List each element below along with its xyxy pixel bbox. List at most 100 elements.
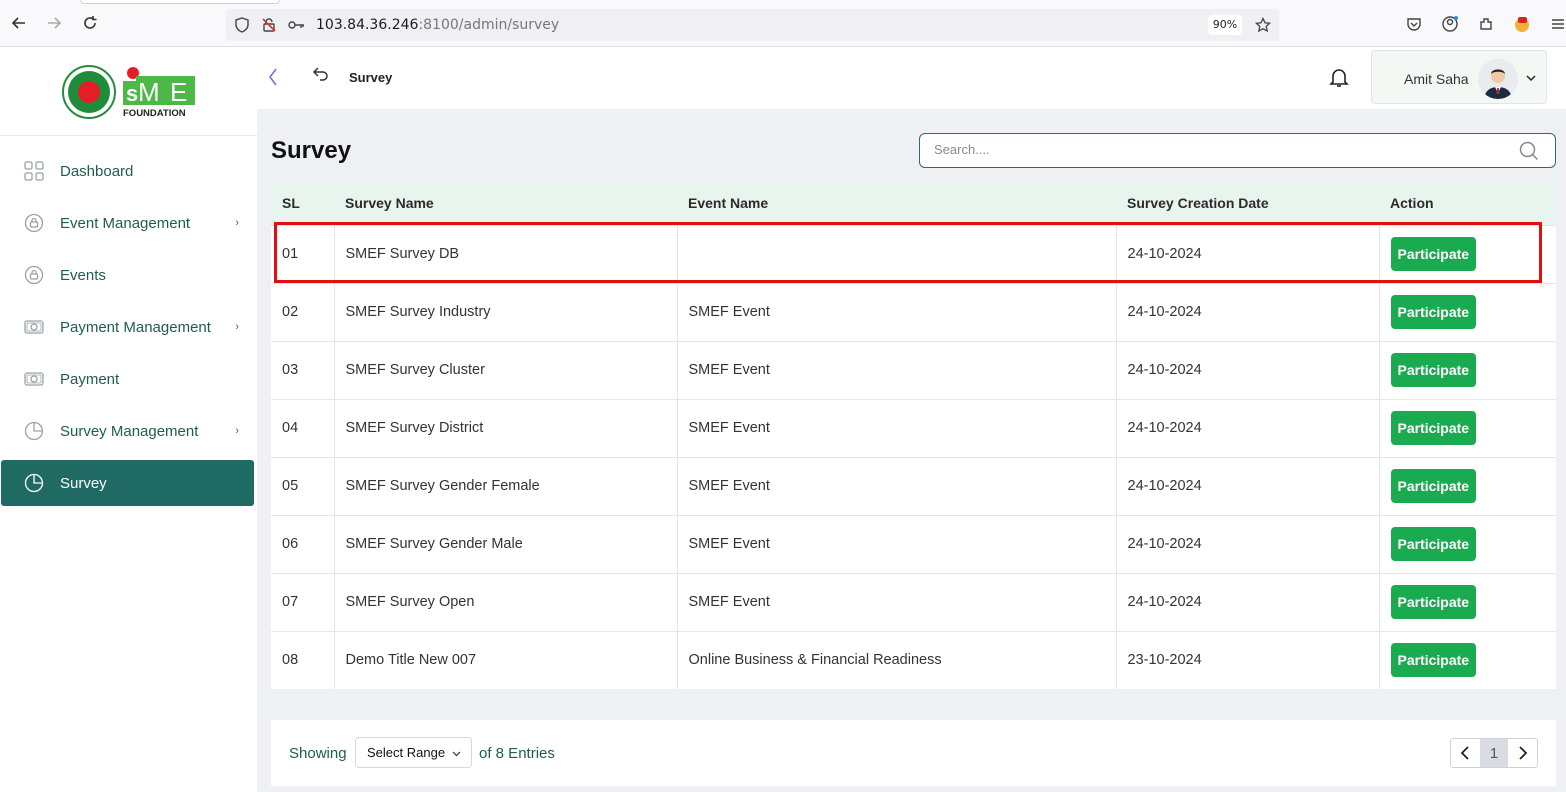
page-number-button[interactable]: 1 bbox=[1479, 739, 1509, 767]
sidebar-menu: Dashboard Event Management › Events Paym… bbox=[0, 145, 257, 506]
sidebar-item-label: Dashboard bbox=[60, 162, 134, 180]
forward-arrow-icon[interactable] bbox=[43, 12, 65, 34]
range-select-value: Select Range bbox=[367, 745, 446, 760]
cell-sl: 01 bbox=[271, 224, 334, 283]
range-select[interactable]: Select Range bbox=[355, 737, 472, 768]
zoom-level-badge[interactable]: 90% bbox=[1208, 15, 1242, 35]
cell-survey-name: SMEF Survey Gender Female bbox=[333, 456, 677, 515]
back-arrow-icon[interactable] bbox=[8, 12, 30, 34]
cell-sl: 08 bbox=[271, 630, 334, 689]
main-content: Survey SL Survey Name Event Name Survey … bbox=[264, 110, 1566, 792]
cell-survey-name: SMEF Survey Gender Male bbox=[333, 514, 677, 573]
chevron-right-icon: › bbox=[235, 425, 239, 437]
shield-icon[interactable] bbox=[232, 15, 252, 35]
cell-sl: 04 bbox=[271, 398, 334, 457]
next-page-button[interactable] bbox=[1508, 739, 1537, 767]
cell-sl: 02 bbox=[271, 282, 334, 341]
insecure-lock-icon[interactable] bbox=[259, 15, 279, 35]
menu-hamburger-icon[interactable] bbox=[1548, 14, 1566, 34]
reload-icon[interactable] bbox=[79, 12, 101, 34]
key-icon[interactable] bbox=[286, 15, 306, 35]
lock-icon bbox=[24, 213, 44, 233]
sidebar-item-label: Payment bbox=[60, 370, 120, 388]
svg-text:FOUNDATION: FOUNDATION bbox=[123, 108, 186, 119]
cell-action: Participate bbox=[1378, 630, 1556, 689]
column-header-survey-name: Survey Name bbox=[334, 181, 677, 225]
chevron-down-icon bbox=[452, 751, 461, 757]
avatar bbox=[1478, 59, 1518, 99]
cell-date: 24-10-2024 bbox=[1115, 572, 1379, 631]
svg-text:M: M bbox=[138, 77, 160, 107]
cell-event-name: SMEF Event bbox=[676, 572, 1116, 631]
participate-button[interactable]: Participate bbox=[1390, 411, 1477, 445]
lock-icon bbox=[24, 265, 44, 285]
search-icon[interactable] bbox=[1519, 141, 1539, 161]
account-icon[interactable] bbox=[1440, 14, 1460, 34]
table-row: 03 SMEF Survey Cluster SMEF Event 24-10-… bbox=[271, 340, 1556, 399]
chevron-down-icon[interactable] bbox=[1526, 71, 1536, 85]
cell-action: Participate bbox=[1378, 340, 1556, 399]
sidebar-item-event-management[interactable]: Event Management › bbox=[0, 197, 257, 249]
sidebar: s M E FOUNDATION Dashboard Event Managem… bbox=[0, 47, 257, 792]
cell-sl: 07 bbox=[271, 572, 334, 631]
cell-event-name: SMEF Event bbox=[676, 456, 1116, 515]
participate-button[interactable]: Participate bbox=[1390, 585, 1477, 619]
cell-survey-name: SMEF Survey DB bbox=[333, 224, 677, 283]
url-text[interactable]: 103.84.36.246:8100/admin/survey bbox=[316, 17, 559, 33]
cell-action: Participate bbox=[1378, 514, 1556, 573]
cell-sl: 06 bbox=[271, 514, 334, 573]
sme-foundation-logo[interactable]: s M E FOUNDATION bbox=[60, 65, 200, 121]
pagination: 1 bbox=[1450, 738, 1538, 768]
extension-badge-icon[interactable] bbox=[1512, 14, 1532, 34]
cell-survey-name: SMEF Survey Industry bbox=[333, 282, 677, 341]
sidebar-item-survey[interactable]: Survey bbox=[1, 460, 254, 506]
participate-button[interactable]: Participate bbox=[1390, 295, 1477, 329]
participate-button[interactable]: Participate bbox=[1390, 237, 1477, 271]
cell-event-name bbox=[676, 224, 1116, 283]
cell-action: Participate bbox=[1378, 282, 1556, 341]
participate-button[interactable]: Participate bbox=[1390, 353, 1477, 387]
sidebar-item-label: Payment Management bbox=[60, 318, 211, 336]
undo-back-icon[interactable] bbox=[312, 65, 330, 88]
address-bar[interactable]: 103.84.36.246:8100/admin/survey 90% bbox=[226, 9, 1279, 41]
cell-date: 24-10-2024 bbox=[1115, 224, 1379, 283]
cell-action: Participate bbox=[1378, 224, 1556, 283]
user-name: Amit Saha bbox=[1404, 71, 1469, 87]
cash-icon bbox=[24, 317, 44, 337]
table-row: 05 SMEF Survey Gender Female SMEF Event … bbox=[271, 456, 1556, 515]
participate-button[interactable]: Participate bbox=[1390, 527, 1477, 561]
search-box[interactable] bbox=[919, 133, 1556, 168]
pie-chart-icon bbox=[24, 421, 44, 441]
bookmark-star-icon[interactable] bbox=[1253, 15, 1273, 35]
sidebar-item-events[interactable]: Events bbox=[0, 249, 257, 301]
extensions-icon[interactable] bbox=[1476, 14, 1496, 34]
sidebar-item-label: Survey Management bbox=[60, 422, 199, 440]
cell-action: Participate bbox=[1378, 572, 1556, 631]
cell-event-name: SMEF Event bbox=[676, 398, 1116, 457]
cell-sl: 03 bbox=[271, 340, 334, 399]
cell-action: Participate bbox=[1378, 398, 1556, 457]
sidebar-item-payment-management[interactable]: Payment Management › bbox=[0, 301, 257, 353]
collapse-sidebar-icon[interactable] bbox=[267, 67, 279, 93]
pocket-icon[interactable] bbox=[1404, 14, 1424, 34]
table-row: 04 SMEF Survey District SMEF Event 24-10… bbox=[271, 398, 1556, 457]
cell-survey-name: SMEF Survey District bbox=[333, 398, 677, 457]
table-footer: Showing Select Range of 8 Entries 1 bbox=[271, 720, 1556, 786]
sidebar-item-dashboard[interactable]: Dashboard bbox=[0, 145, 257, 197]
chevron-left-icon bbox=[1461, 746, 1469, 760]
search-input[interactable] bbox=[934, 142, 1494, 157]
notification-bell-icon[interactable] bbox=[1327, 65, 1351, 89]
participate-button[interactable]: Participate bbox=[1390, 643, 1477, 678]
cell-date: 24-10-2024 bbox=[1115, 340, 1379, 399]
sidebar-item-survey-management[interactable]: Survey Management › bbox=[0, 405, 257, 457]
prev-page-button[interactable] bbox=[1451, 739, 1480, 767]
sidebar-item-payment[interactable]: Payment bbox=[0, 353, 257, 405]
participate-button[interactable]: Participate bbox=[1390, 469, 1477, 503]
cell-survey-name: SMEF Survey Cluster bbox=[333, 340, 677, 399]
user-menu[interactable]: Amit Saha bbox=[1371, 50, 1547, 104]
sidebar-item-label: Events bbox=[60, 266, 106, 284]
sidebar-item-label: Event Management bbox=[60, 214, 191, 232]
table-header-row: SL Survey Name Event Name Survey Creatio… bbox=[271, 181, 1556, 225]
cell-date: 23-10-2024 bbox=[1115, 630, 1379, 689]
table-row: 01 SMEF Survey DB 24-10-2024 Participate bbox=[271, 224, 1556, 283]
